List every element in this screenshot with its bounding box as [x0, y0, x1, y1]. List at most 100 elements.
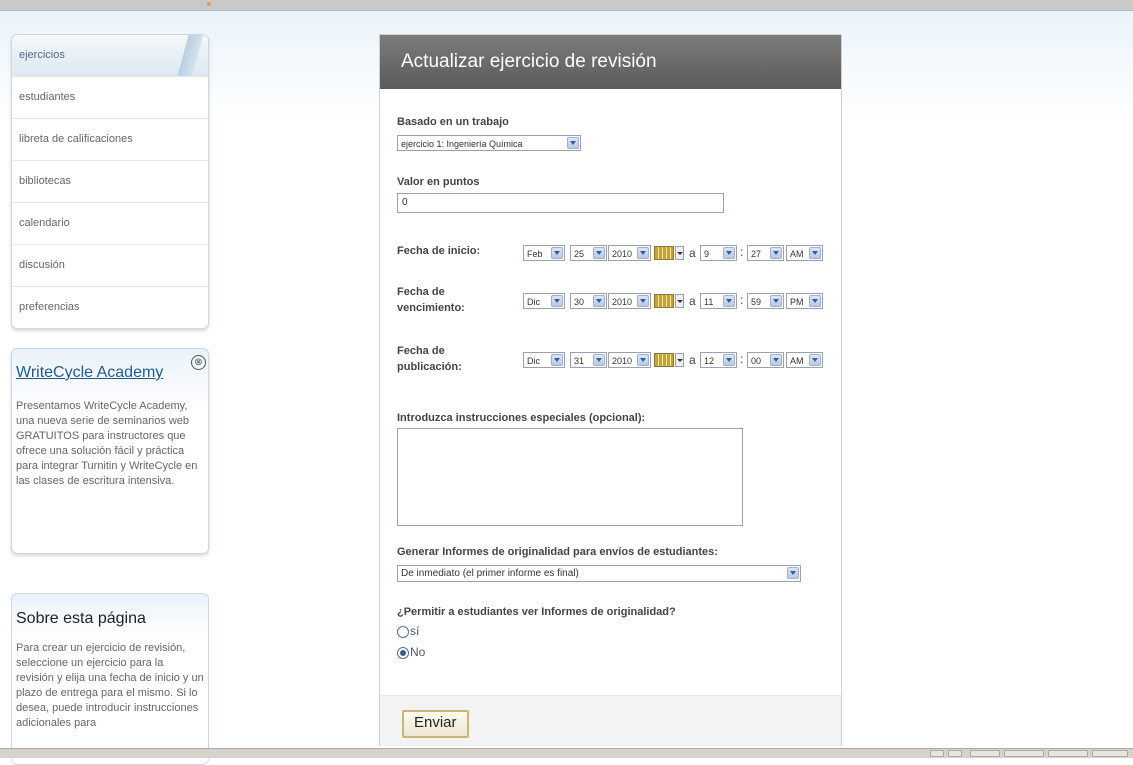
ampm-select[interactable]: AM [786, 245, 823, 261]
chevron-down-icon [723, 354, 735, 366]
date-label-line2: vencimiento: [397, 302, 465, 314]
ampm-value: PM [790, 297, 804, 307]
radio-si[interactable] [397, 626, 409, 638]
chevron-down-icon [770, 295, 782, 307]
nav-item-label: discusión [19, 259, 65, 271]
points-label: Valor en puntos [397, 176, 480, 188]
chevron-down-icon [593, 354, 605, 366]
time-colon: : [740, 293, 744, 307]
nav-item-calendario[interactable]: calendario [12, 203, 208, 245]
chevron-down-icon [723, 247, 735, 259]
day-select[interactable]: 31 [570, 352, 607, 368]
time-colon: : [740, 352, 744, 366]
radio-si-label[interactable]: sí [410, 624, 419, 638]
about-title: Sobre esta página [16, 610, 146, 627]
nav-item-label: ejercicios [19, 49, 65, 61]
hour-value: 9 [704, 249, 710, 259]
minute-select[interactable]: 00 [747, 352, 784, 368]
calendar-icon[interactable] [654, 352, 685, 368]
chevron-down-icon [593, 295, 605, 307]
active-arrow-icon [166, 35, 208, 76]
time-separator: a [689, 353, 696, 367]
nav-item-preferencias[interactable]: preferencias [12, 287, 208, 328]
chevron-down-icon [551, 247, 563, 259]
day-select[interactable]: 30 [570, 293, 607, 309]
month-select[interactable]: Dic [523, 352, 565, 368]
month-value: Dic [527, 297, 540, 307]
nav-item-libreta[interactable]: libreta de calificaciones [12, 119, 208, 161]
ampm-value: AM [790, 356, 804, 366]
minute-select[interactable]: 27 [747, 245, 784, 261]
based-label: Basado en un trabajo [397, 116, 509, 128]
chevron-down-icon [723, 295, 735, 307]
status-icon [930, 750, 944, 757]
assignment-select[interactable]: ejercicio 1: Ingeniería Química [397, 135, 581, 151]
left-nav: ejercicios estudiantes libreta de califi… [11, 34, 209, 329]
ampm-value: AM [790, 249, 804, 259]
nav-item-ejercicios[interactable]: ejercicios [12, 35, 208, 77]
promo-box: WriteCycle Academy ⊗ Presentamos WriteCy… [11, 348, 209, 554]
close-icon[interactable]: ⊗ [191, 355, 206, 370]
allow-label: ¿Permitir a estudiantes ver Informes de … [397, 606, 676, 618]
day-value: 30 [574, 297, 585, 307]
day-value: 25 [574, 249, 585, 259]
chevron-down-icon [770, 354, 782, 366]
year-value: 2010 [612, 249, 633, 259]
chevron-down-icon [787, 567, 799, 579]
calendar-icon[interactable] [654, 245, 685, 261]
time-separator: a [689, 246, 696, 260]
nav-item-label: libreta de calificaciones [19, 133, 133, 145]
calendar-icon[interactable] [654, 293, 685, 309]
date-label-line2: publicación: [397, 361, 462, 373]
nav-item-label: calendario [19, 217, 70, 229]
date-label: Fecha de [397, 345, 445, 357]
radio-no[interactable] [397, 647, 409, 659]
nav-item-label: bibliotecas [19, 175, 71, 187]
ampm-select[interactable]: PM [786, 293, 823, 309]
instructions-textarea[interactable] [397, 428, 743, 526]
nav-item-discusion[interactable]: discusión [12, 245, 208, 287]
radio-no-label[interactable]: No [410, 645, 425, 659]
status-icon [970, 750, 1000, 757]
minute-value: 27 [751, 249, 762, 259]
status-icon [1048, 750, 1088, 757]
year-select[interactable]: 2010 [608, 245, 651, 261]
hour-value: 11 [704, 297, 714, 307]
points-input[interactable]: 0 [397, 193, 724, 213]
about-box: Sobre esta página Para crear un ejercici… [11, 593, 209, 765]
chevron-down-icon [567, 137, 579, 149]
submit-button[interactable]: Enviar [402, 710, 469, 738]
hour-select[interactable]: 12 [700, 352, 737, 368]
browser-top-strip [0, 0, 1133, 11]
form-panel: Actualizar ejercicio de revisión Basado … [379, 34, 842, 746]
chevron-down-icon [593, 247, 605, 259]
chevron-down-icon [809, 247, 821, 259]
status-icon [1004, 750, 1044, 757]
hour-select[interactable]: 9 [700, 245, 737, 261]
assignment-select-value: ejercicio 1: Ingeniería Química [401, 139, 523, 149]
chevron-down-icon [637, 247, 649, 259]
month-select[interactable]: Feb [523, 245, 565, 261]
page-title: Actualizar ejercicio de revisión [380, 35, 841, 89]
day-select[interactable]: 25 [570, 245, 607, 261]
ampm-select[interactable]: AM [786, 352, 823, 368]
reports-select-value: De inmediato (el primer informe es final… [401, 568, 579, 579]
nav-item-bibliotecas[interactable]: bibliotecas [12, 161, 208, 203]
hour-value: 12 [704, 356, 715, 366]
date-label: Fecha de [397, 286, 445, 298]
instructions-label: Introduzca instrucciones especiales (opc… [397, 412, 646, 424]
time-separator: a [689, 294, 696, 308]
year-select[interactable]: 2010 [608, 352, 651, 368]
hour-select[interactable]: 11 [700, 293, 737, 309]
nav-item-estudiantes[interactable]: estudiantes [12, 77, 208, 119]
month-select[interactable]: Dic [523, 293, 565, 309]
minute-select[interactable]: 59 [747, 293, 784, 309]
chevron-down-icon [637, 295, 649, 307]
promo-title-link[interactable]: WriteCycle Academy [16, 364, 163, 382]
year-value: 2010 [612, 297, 633, 307]
status-icon [1092, 750, 1128, 757]
reports-select[interactable]: De inmediato (el primer informe es final… [397, 565, 801, 582]
year-select[interactable]: 2010 [608, 293, 651, 309]
chevron-down-icon [551, 354, 563, 366]
minute-value: 59 [751, 297, 762, 307]
